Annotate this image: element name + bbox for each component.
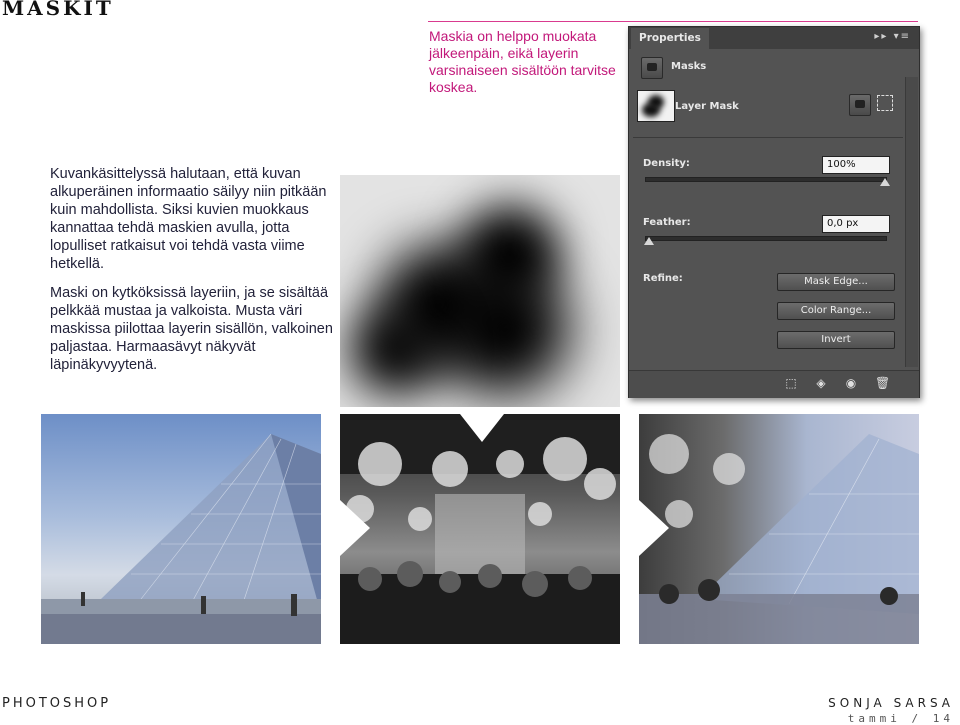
pixel-mask-icon[interactable]: [849, 94, 871, 116]
arrow-notch-right: [639, 500, 669, 556]
layer-mask-label: Layer Mask: [675, 101, 739, 112]
density-slider-handle[interactable]: [880, 178, 890, 186]
panel-divider: [633, 137, 903, 138]
panel-header: Properties ▸▸ ▾≡: [629, 27, 919, 49]
panel-footer: ⬚ ◈ ◉ 🗑: [629, 370, 919, 398]
invert-button[interactable]: Invert: [777, 331, 895, 349]
footer-section: PHOTOSHOP: [2, 696, 112, 711]
photo-louvre-pyramid: [41, 414, 321, 644]
arrow-notch-right: [340, 500, 370, 556]
body-paragraph-1: Kuvankäsittelyssä halutaan, että kuvan a…: [50, 166, 327, 272]
feather-slider[interactable]: [645, 236, 887, 241]
tab-properties[interactable]: Properties: [631, 28, 709, 49]
properties-panel: Properties ▸▸ ▾≡ Masks Layer Mask Densit…: [628, 26, 920, 398]
footer-author: SONJA SARSA: [828, 696, 954, 710]
feather-slider-handle[interactable]: [644, 237, 654, 245]
note-divider: [428, 21, 918, 22]
feather-label: Feather:: [643, 217, 691, 228]
page-number: tammi / 14: [847, 712, 954, 725]
density-slider[interactable]: [645, 177, 887, 182]
trash-icon[interactable]: 🗑: [875, 377, 890, 389]
side-note: Maskia on helppo muokata jälkeenpäin, ei…: [429, 28, 616, 95]
masks-label: Masks: [671, 61, 707, 72]
refine-label: Refine:: [643, 273, 683, 284]
layer-mask-thumbnail[interactable]: [637, 90, 675, 122]
masks-icon: [641, 57, 663, 79]
mask-edge-button[interactable]: Mask Edge...: [777, 273, 895, 291]
mask-preview-image: [340, 175, 620, 407]
page-title: MASKIT: [2, 0, 114, 20]
feather-field[interactable]: 0,0 px: [822, 215, 890, 233]
load-selection-icon[interactable]: ⬚: [785, 377, 797, 389]
visibility-eye-icon[interactable]: ◉: [845, 377, 857, 389]
arrow-notch: [460, 414, 504, 442]
vector-mask-icon[interactable]: [877, 95, 893, 111]
density-field[interactable]: 100%: [822, 156, 890, 174]
density-label: Density:: [643, 158, 690, 169]
body-paragraph-2: Maski on kytköksissä layeriin, ja se sis…: [50, 285, 333, 373]
photo-hall-of-mirrors: [340, 414, 620, 644]
apply-mask-icon[interactable]: ◈: [815, 377, 827, 389]
color-range-button[interactable]: Color Range...: [777, 302, 895, 320]
panel-scrollbar[interactable]: [905, 77, 918, 367]
panel-menu-icon[interactable]: ▸▸ ▾≡: [874, 31, 911, 42]
photo-composite: [639, 414, 919, 644]
